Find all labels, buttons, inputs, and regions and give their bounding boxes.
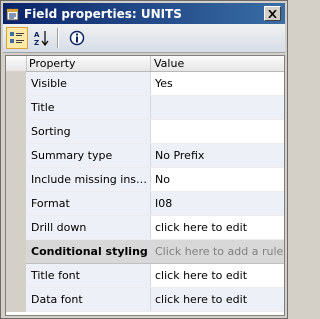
row-gutter: [6, 71, 26, 96]
row-gutter: [6, 167, 26, 192]
header-value[interactable]: Value: [151, 56, 284, 71]
property-value[interactable]: Yes: [151, 72, 284, 95]
property-value[interactable]: No Prefix: [151, 144, 284, 167]
property-name: Drill down: [26, 216, 151, 239]
header-gutter: [6, 56, 27, 71]
toolbar-separator: [57, 28, 59, 48]
grid-rows: Visible Yes Title Sorting Summary type No Pre…: [6, 71, 284, 312]
alphabetical-sort-button[interactable]: A Z: [31, 27, 53, 49]
property-name: Visible: [26, 72, 151, 95]
property-value[interactable]: click here to edit: [151, 216, 284, 239]
row-gutter: [6, 95, 26, 120]
close-icon: [268, 9, 277, 18]
property-name: Format: [26, 192, 151, 215]
property-name: Summary type: [26, 144, 151, 167]
property-value[interactable]: I08: [151, 192, 284, 215]
property-value[interactable]: click here to edit: [151, 288, 284, 311]
properties-window-icon: [6, 8, 19, 20]
row-gutter: [6, 143, 26, 168]
sort-az-icon: A Z: [34, 31, 49, 47]
property-info-button[interactable]: [66, 27, 88, 49]
property-row[interactable]: Visible Yes: [6, 71, 284, 96]
info-icon: [69, 30, 85, 46]
property-row[interactable]: Include missing instan...No: [6, 167, 284, 192]
row-gutter: [6, 263, 26, 288]
categorized-view-button[interactable]: [6, 27, 28, 49]
property-name: Sorting: [26, 120, 151, 143]
title-bar[interactable]: Field properties: UNITS: [3, 3, 285, 24]
property-value[interactable]: [151, 120, 284, 143]
row-gutter: [6, 287, 26, 312]
property-name: Data font: [26, 288, 151, 311]
property-row[interactable]: Sorting: [6, 119, 284, 144]
property-row[interactable]: Title: [6, 95, 284, 120]
header-property[interactable]: Property: [26, 56, 151, 71]
property-value[interactable]: click here to edit: [151, 264, 284, 287]
close-button[interactable]: [264, 6, 281, 21]
row-gutter: [6, 215, 26, 240]
property-row[interactable]: Drill down click here to edit: [6, 215, 284, 240]
field-properties-window: Field properties: UNITS A Z Property Val…: [0, 0, 288, 319]
toolbar: A Z: [3, 24, 285, 53]
grid-header: Property Value: [6, 56, 284, 72]
property-name: Title: [26, 96, 151, 119]
property-group-row[interactable]: Conditional styling Click here to add a r…: [6, 239, 284, 264]
row-gutter: [6, 191, 26, 216]
property-value[interactable]: [151, 96, 284, 119]
row-gutter: [6, 239, 26, 264]
svg-text:Z: Z: [34, 39, 39, 47]
property-row[interactable]: Format I08: [6, 191, 284, 216]
property-row[interactable]: Title font click here to edit: [6, 263, 284, 288]
property-value[interactable]: Click here to add a rule: [151, 240, 284, 263]
property-name: Conditional styling: [26, 240, 151, 263]
property-name: Title font: [26, 264, 151, 287]
property-name: Include missing instan...: [26, 168, 151, 191]
categorized-icon: [10, 32, 24, 43]
property-row[interactable]: Summary type No Prefix: [6, 143, 284, 168]
svg-text:A: A: [34, 31, 40, 39]
window-title: Field properties: UNITS: [24, 6, 182, 21]
row-gutter: [6, 119, 26, 144]
property-row[interactable]: Data font click here to edit: [6, 287, 284, 312]
property-grid: Property Value Visible Yes Title Sorting Sum…: [5, 55, 285, 316]
property-value[interactable]: No: [151, 168, 284, 191]
